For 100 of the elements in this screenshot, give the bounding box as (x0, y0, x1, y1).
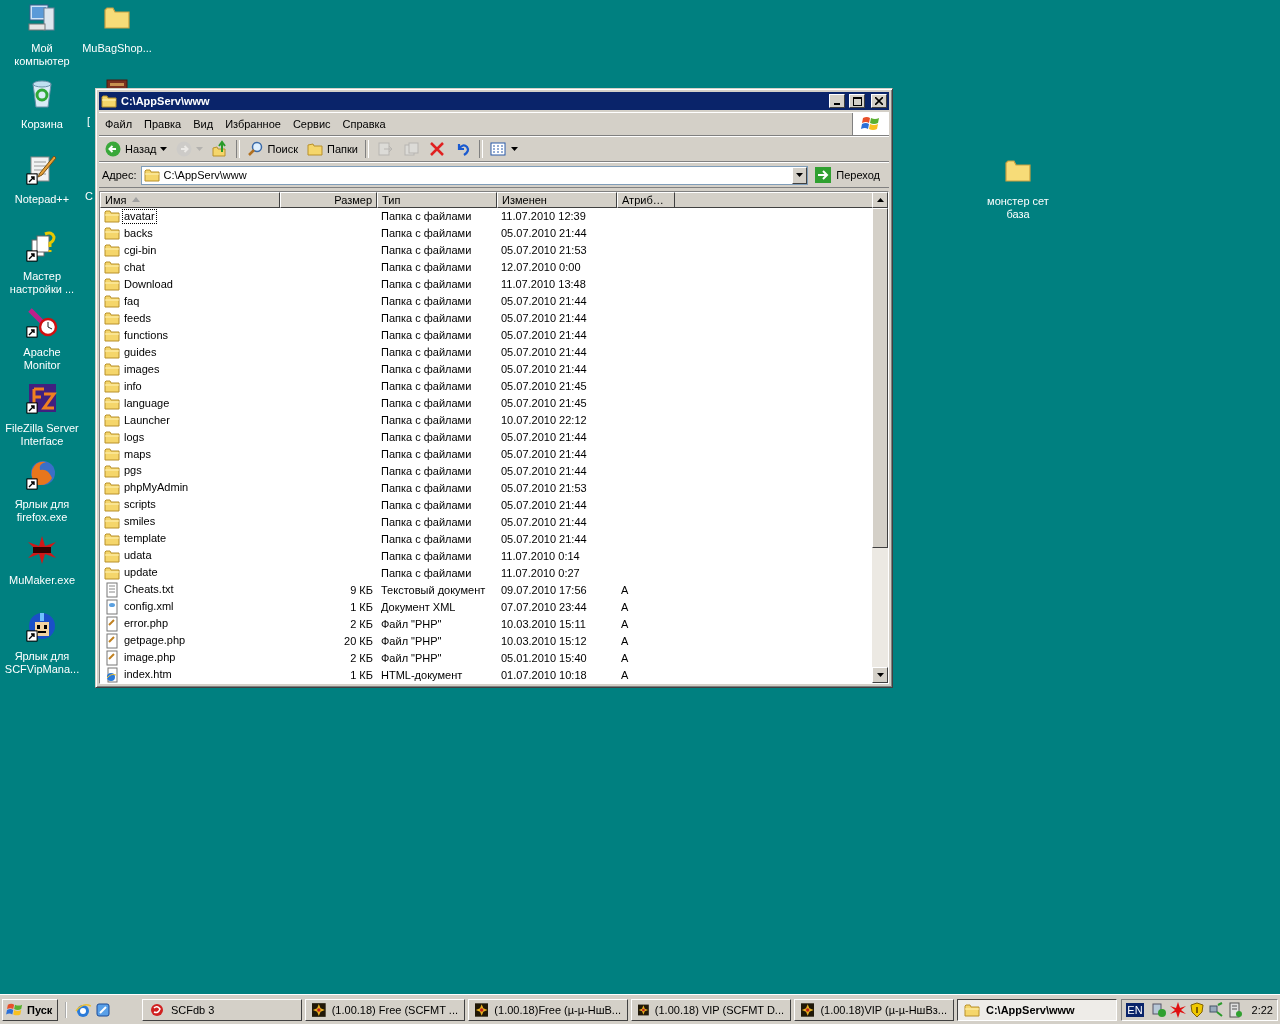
back-button[interactable]: Назад (101, 139, 170, 159)
filezilla-icon[interactable] (26, 382, 58, 414)
desktop-icon-label[interactable]: Мой компьютер (4, 42, 80, 68)
game-emblem-icon (475, 1001, 489, 1018)
desktop-icon-label[interactable]: Корзина (4, 118, 80, 131)
file-name[interactable]: backs (122, 225, 155, 241)
file-name[interactable]: maps (122, 446, 153, 462)
file-name[interactable]: logs (122, 429, 147, 445)
desktop-icon-label[interactable]: [ (87, 115, 91, 128)
file-name[interactable]: config.xml (122, 599, 176, 615)
desktop-icon-label[interactable]: Apache Monitor (4, 346, 80, 372)
file-name[interactable]: functions (122, 327, 171, 343)
file-name[interactable]: index.htm (122, 667, 174, 683)
address-field[interactable]: C:\AppServ\www (140, 165, 809, 185)
close-button[interactable] (871, 94, 887, 108)
help-document-icon[interactable] (26, 230, 58, 262)
column-header[interactable]: Тип (377, 192, 497, 208)
desktop-icon-label[interactable]: Ярлык для firefox.exe (4, 498, 80, 524)
taskbar-button[interactable]: SCFdb 3 (142, 998, 302, 1021)
modified-date: 05.07.2010 21:44 (501, 465, 587, 477)
maximize-button[interactable] (849, 94, 865, 108)
file-name[interactable]: error.php (122, 616, 171, 632)
taskbar-button[interactable]: C:\AppServ\www (957, 998, 1117, 1021)
file-name[interactable]: smiles (122, 514, 158, 530)
caret-icon (510, 147, 518, 151)
file-name[interactable]: avatar (122, 208, 157, 224)
column-header[interactable]: Изменен (497, 192, 617, 208)
file-type: Файл "PHP" (381, 651, 442, 664)
file-name[interactable]: scripts (122, 497, 158, 513)
desktop-icon-label[interactable]: монстер сет база (980, 195, 1056, 221)
taskbar-button[interactable]: (1.00.18)Free (µ-µ-НшВ... (468, 998, 628, 1021)
file-name[interactable]: images (122, 361, 162, 377)
file-type: Папка с файлами (381, 329, 472, 342)
notepad-icon[interactable] (26, 153, 58, 185)
file-name[interactable]: udata (122, 548, 154, 564)
server-icon[interactable] (1226, 1001, 1243, 1018)
search-button[interactable]: Поиск (243, 139, 301, 159)
desktop-icon-label[interactable]: FileZilla Server Interface (4, 422, 80, 448)
menu-item[interactable]: Вид (187, 118, 220, 130)
caret-icon (159, 147, 167, 151)
taskbar-button[interactable]: (1.00.18)VIP (µ-µ-НшВз... (794, 998, 954, 1021)
file-name[interactable]: Download (122, 276, 175, 292)
start-button[interactable]: Пуск (2, 998, 58, 1021)
file-name[interactable]: cgi-bin (122, 242, 159, 258)
browser-e-icon[interactable] (75, 1001, 91, 1018)
minimize-button[interactable] (829, 94, 845, 108)
file-type: Папка с файлами (381, 295, 472, 308)
file-attributes: A (621, 600, 629, 613)
file-name[interactable]: chat (122, 259, 147, 275)
computer-icon[interactable] (26, 2, 58, 34)
desktop-icon-label[interactable]: Ярлык для SCFVipMana... (4, 650, 80, 676)
file-name[interactable]: pgs (122, 463, 144, 479)
star-burst-icon[interactable] (1169, 1001, 1186, 1018)
file-name[interactable]: language (122, 395, 172, 411)
go-button[interactable]: Переход (812, 166, 886, 184)
folders-button[interactable]: Папки (303, 139, 361, 159)
taskbar-button[interactable]: (1.00.18) Free (SCFMT ... (305, 998, 465, 1021)
desktop-icon-label[interactable]: Notepad++ (4, 193, 80, 206)
file-name[interactable]: faq (122, 293, 142, 309)
modified-date: 05.07.2010 21:44 (501, 431, 587, 444)
desktop-icon-label[interactable]: MuBagShop... (79, 42, 155, 55)
menu-item[interactable]: Избранное (219, 118, 287, 130)
modified-date: 05.07.2010 21:44 (501, 363, 587, 376)
file-name[interactable]: Cheats.txt (122, 582, 176, 598)
file-name[interactable]: image.php (122, 650, 178, 666)
taskbar-button[interactable]: (1.00.18) VIP (SCFMT D... (631, 998, 791, 1021)
column-header[interactable]: Атриб… (617, 192, 675, 208)
robot-head-icon[interactable] (26, 610, 58, 642)
shield-icon[interactable] (1188, 1001, 1205, 1018)
file-name[interactable]: info (122, 378, 144, 394)
menu-item[interactable]: Файл (99, 118, 139, 130)
desktop-icon-label[interactable]: MuMaker.exe (4, 574, 80, 587)
folder-icon (104, 530, 120, 547)
file-name[interactable]: Launcher (122, 412, 172, 428)
down-arrow-icon (876, 673, 884, 677)
file-name[interactable]: getpage.php (122, 633, 188, 649)
scroll-down-button[interactable] (872, 667, 888, 683)
file-name[interactable]: guides (122, 344, 159, 360)
desktop-icon-label[interactable]: C (85, 190, 93, 203)
book-icon[interactable] (106, 78, 128, 88)
file-size: 1 КБ (350, 600, 373, 613)
file-type: Папка с файлами (381, 549, 472, 562)
desktop-icon-label[interactable]: Мастер настройки ... (4, 270, 80, 296)
scrollbar[interactable] (872, 192, 888, 683)
file-name[interactable]: feeds (122, 310, 153, 326)
scroll-up-button[interactable] (872, 192, 888, 208)
column-header[interactable]: Имя (100, 192, 280, 208)
windows-logo-icon (6, 1001, 24, 1018)
scroll-thumb[interactable] (872, 208, 888, 548)
file-name[interactable]: template (122, 531, 169, 547)
menu-item[interactable]: Сервис (286, 118, 337, 130)
language-indicator[interactable]: EN (1126, 1002, 1144, 1017)
menu-item[interactable]: Справка (336, 118, 392, 130)
file-name[interactable]: phpMyAdmin (122, 480, 191, 496)
file-name[interactable]: update (122, 565, 160, 581)
file-type: Папка с файлами (381, 227, 472, 240)
column-header[interactable]: Размер (280, 192, 377, 208)
transfer-icon[interactable] (1207, 1001, 1224, 1018)
menu-item[interactable]: Правка (138, 118, 188, 130)
modified-date: 05.07.2010 21:44 (501, 329, 587, 342)
